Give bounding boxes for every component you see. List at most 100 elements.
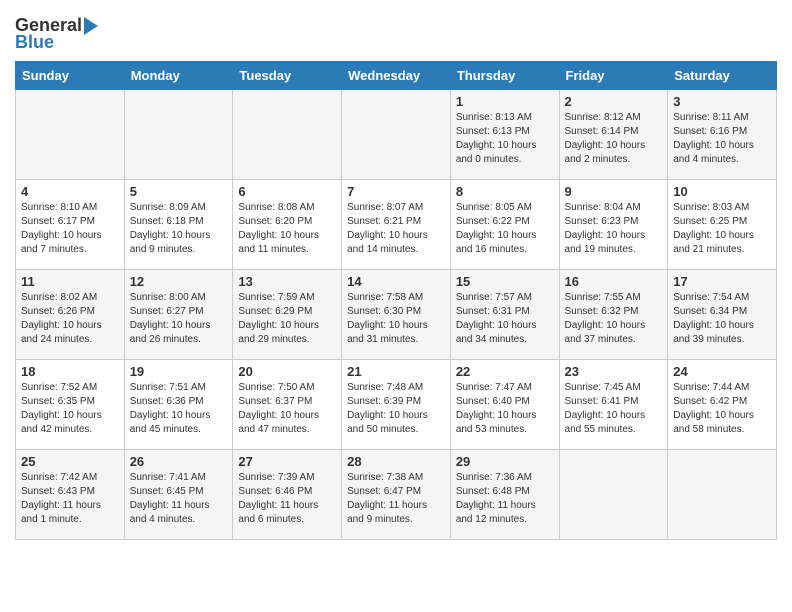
day-info: Sunrise: 7:42 AM Sunset: 6:43 PM Dayligh… — [21, 471, 119, 527]
day-info: Sunrise: 7:58 AM Sunset: 6:30 PM Dayligh… — [347, 291, 445, 347]
day-number: 23 — [565, 364, 663, 379]
header: General Blue — [15, 15, 777, 53]
calendar-cell: 4 Sunrise: 8:10 AM Sunset: 6:17 PM Daylig… — [16, 179, 125, 269]
calendar-cell: 14 Sunrise: 7:58 AM Sunset: 6:30 PM Dayli… — [342, 269, 451, 359]
day-info: Sunrise: 8:00 AM Sunset: 6:27 PM Dayligh… — [130, 291, 228, 347]
day-number: 19 — [130, 364, 228, 379]
calendar-cell: 3 Sunrise: 8:11 AM Sunset: 6:16 PM Daylig… — [668, 89, 777, 179]
calendar-cell: 28 Sunrise: 7:38 AM Sunset: 6:47 PM Dayli… — [342, 449, 451, 539]
calendar-cell: 9Sunrise: 8:04 AM Sunset: 6:23 PM Daylig… — [559, 179, 668, 269]
day-number: 24 — [673, 364, 771, 379]
day-number: 21 — [347, 364, 445, 379]
day-info: Sunrise: 8:11 AM Sunset: 6:16 PM Dayligh… — [673, 111, 771, 167]
calendar-cell — [16, 89, 125, 179]
day-info: Sunrise: 7:41 AM Sunset: 6:45 PM Dayligh… — [130, 471, 228, 527]
day-number: 4 — [21, 184, 119, 199]
day-info: Sunrise: 7:54 AM Sunset: 6:34 PM Dayligh… — [673, 291, 771, 347]
day-number: 22 — [456, 364, 554, 379]
day-info: Sunrise: 8:10 AM Sunset: 6:17 PM Dayligh… — [21, 201, 119, 257]
day-number: 18 — [21, 364, 119, 379]
calendar-cell — [559, 449, 668, 539]
day-info: Sunrise: 8:04 AM Sunset: 6:23 PM Dayligh… — [565, 201, 663, 257]
day-number: 20 — [238, 364, 336, 379]
day-number: 15 — [456, 274, 554, 289]
calendar-cell: 24 Sunrise: 7:44 AM Sunset: 6:42 PM Dayli… — [668, 359, 777, 449]
day-number: 1 — [456, 94, 554, 109]
calendar-table: SundayMondayTuesdayWednesdayThursdayFrid… — [15, 61, 777, 540]
day-info: Sunrise: 7:51 AM Sunset: 6:36 PM Dayligh… — [130, 381, 228, 437]
calendar-cell: 8 Sunrise: 8:05 AM Sunset: 6:22 PM Daylig… — [450, 179, 559, 269]
day-info: Sunrise: 8:05 AM Sunset: 6:22 PM Dayligh… — [456, 201, 554, 257]
day-number: 25 — [21, 454, 119, 469]
day-number: 6 — [238, 184, 336, 199]
calendar-cell: 17 Sunrise: 7:54 AM Sunset: 6:34 PM Dayli… — [668, 269, 777, 359]
calendar-week-3: 11 Sunrise: 8:02 AM Sunset: 6:26 PM Dayli… — [16, 269, 777, 359]
logo-blue-text: Blue — [15, 33, 102, 53]
calendar-week-5: 25 Sunrise: 7:42 AM Sunset: 6:43 PM Dayli… — [16, 449, 777, 539]
day-info: Sunrise: 8:08 AM Sunset: 6:20 PM Dayligh… — [238, 201, 336, 257]
logo: General Blue — [15, 15, 102, 53]
calendar-cell: 7 Sunrise: 8:07 AM Sunset: 6:21 PM Daylig… — [342, 179, 451, 269]
calendar-cell: 1 Sunrise: 8:13 AM Sunset: 6:13 PM Daylig… — [450, 89, 559, 179]
calendar-cell — [668, 449, 777, 539]
day-number: 3 — [673, 94, 771, 109]
day-number: 26 — [130, 454, 228, 469]
day-info: Sunrise: 7:39 AM Sunset: 6:46 PM Dayligh… — [238, 471, 336, 527]
day-info: Sunrise: 8:07 AM Sunset: 6:21 PM Dayligh… — [347, 201, 445, 257]
day-info: Sunrise: 7:44 AM Sunset: 6:42 PM Dayligh… — [673, 381, 771, 437]
day-number: 12 — [130, 274, 228, 289]
calendar-cell — [342, 89, 451, 179]
day-number: 2 — [565, 94, 663, 109]
calendar-header-row: SundayMondayTuesdayWednesdayThursdayFrid… — [16, 61, 777, 89]
day-info: Sunrise: 8:03 AM Sunset: 6:25 PM Dayligh… — [673, 201, 771, 257]
day-number: 5 — [130, 184, 228, 199]
calendar-week-4: 18 Sunrise: 7:52 AM Sunset: 6:35 PM Dayli… — [16, 359, 777, 449]
calendar-cell: 5Sunrise: 8:09 AM Sunset: 6:18 PM Daylig… — [124, 179, 233, 269]
day-info: Sunrise: 7:38 AM Sunset: 6:47 PM Dayligh… — [347, 471, 445, 527]
calendar-week-2: 4 Sunrise: 8:10 AM Sunset: 6:17 PM Daylig… — [16, 179, 777, 269]
day-info: Sunrise: 7:48 AM Sunset: 6:39 PM Dayligh… — [347, 381, 445, 437]
calendar-cell: 27 Sunrise: 7:39 AM Sunset: 6:46 PM Dayli… — [233, 449, 342, 539]
day-number: 28 — [347, 454, 445, 469]
calendar-cell: 26 Sunrise: 7:41 AM Sunset: 6:45 PM Dayli… — [124, 449, 233, 539]
day-number: 7 — [347, 184, 445, 199]
day-number: 14 — [347, 274, 445, 289]
day-number: 27 — [238, 454, 336, 469]
calendar-header-wednesday: Wednesday — [342, 61, 451, 89]
day-number: 8 — [456, 184, 554, 199]
day-number: 10 — [673, 184, 771, 199]
calendar-cell: 10 Sunrise: 8:03 AM Sunset: 6:25 PM Dayli… — [668, 179, 777, 269]
day-number: 13 — [238, 274, 336, 289]
day-info: Sunrise: 8:02 AM Sunset: 6:26 PM Dayligh… — [21, 291, 119, 347]
calendar-cell: 12 Sunrise: 8:00 AM Sunset: 6:27 PM Dayli… — [124, 269, 233, 359]
calendar-cell: 6 Sunrise: 8:08 AM Sunset: 6:20 PM Daylig… — [233, 179, 342, 269]
logo-wordmark: General Blue — [15, 15, 102, 53]
day-info: Sunrise: 7:50 AM Sunset: 6:37 PM Dayligh… — [238, 381, 336, 437]
day-number: 29 — [456, 454, 554, 469]
day-info: Sunrise: 7:57 AM Sunset: 6:31 PM Dayligh… — [456, 291, 554, 347]
calendar-header-saturday: Saturday — [668, 61, 777, 89]
calendar-header-sunday: Sunday — [16, 61, 125, 89]
day-info: Sunrise: 7:52 AM Sunset: 6:35 PM Dayligh… — [21, 381, 119, 437]
calendar-cell: 23 Sunrise: 7:45 AM Sunset: 6:41 PM Dayli… — [559, 359, 668, 449]
day-number: 16 — [565, 274, 663, 289]
day-info: Sunrise: 8:12 AM Sunset: 6:14 PM Dayligh… — [565, 111, 663, 167]
calendar-header-monday: Monday — [124, 61, 233, 89]
day-info: Sunrise: 7:47 AM Sunset: 6:40 PM Dayligh… — [456, 381, 554, 437]
day-number: 11 — [21, 274, 119, 289]
calendar-cell — [124, 89, 233, 179]
calendar-cell: 20 Sunrise: 7:50 AM Sunset: 6:37 PM Dayli… — [233, 359, 342, 449]
calendar-cell: 22 Sunrise: 7:47 AM Sunset: 6:40 PM Dayli… — [450, 359, 559, 449]
calendar-cell: 21 Sunrise: 7:48 AM Sunset: 6:39 PM Dayli… — [342, 359, 451, 449]
day-number: 17 — [673, 274, 771, 289]
calendar-header-friday: Friday — [559, 61, 668, 89]
day-info: Sunrise: 7:36 AM Sunset: 6:48 PM Dayligh… — [456, 471, 554, 527]
calendar-cell: 13Sunrise: 7:59 AM Sunset: 6:29 PM Dayli… — [233, 269, 342, 359]
calendar-cell: 2 Sunrise: 8:12 AM Sunset: 6:14 PM Daylig… — [559, 89, 668, 179]
calendar-cell: 16 Sunrise: 7:55 AM Sunset: 6:32 PM Dayli… — [559, 269, 668, 359]
day-info: Sunrise: 8:13 AM Sunset: 6:13 PM Dayligh… — [456, 111, 554, 167]
day-info: Sunrise: 7:45 AM Sunset: 6:41 PM Dayligh… — [565, 381, 663, 437]
calendar-cell: 18 Sunrise: 7:52 AM Sunset: 6:35 PM Dayli… — [16, 359, 125, 449]
day-info: Sunrise: 7:55 AM Sunset: 6:32 PM Dayligh… — [565, 291, 663, 347]
calendar-header-thursday: Thursday — [450, 61, 559, 89]
